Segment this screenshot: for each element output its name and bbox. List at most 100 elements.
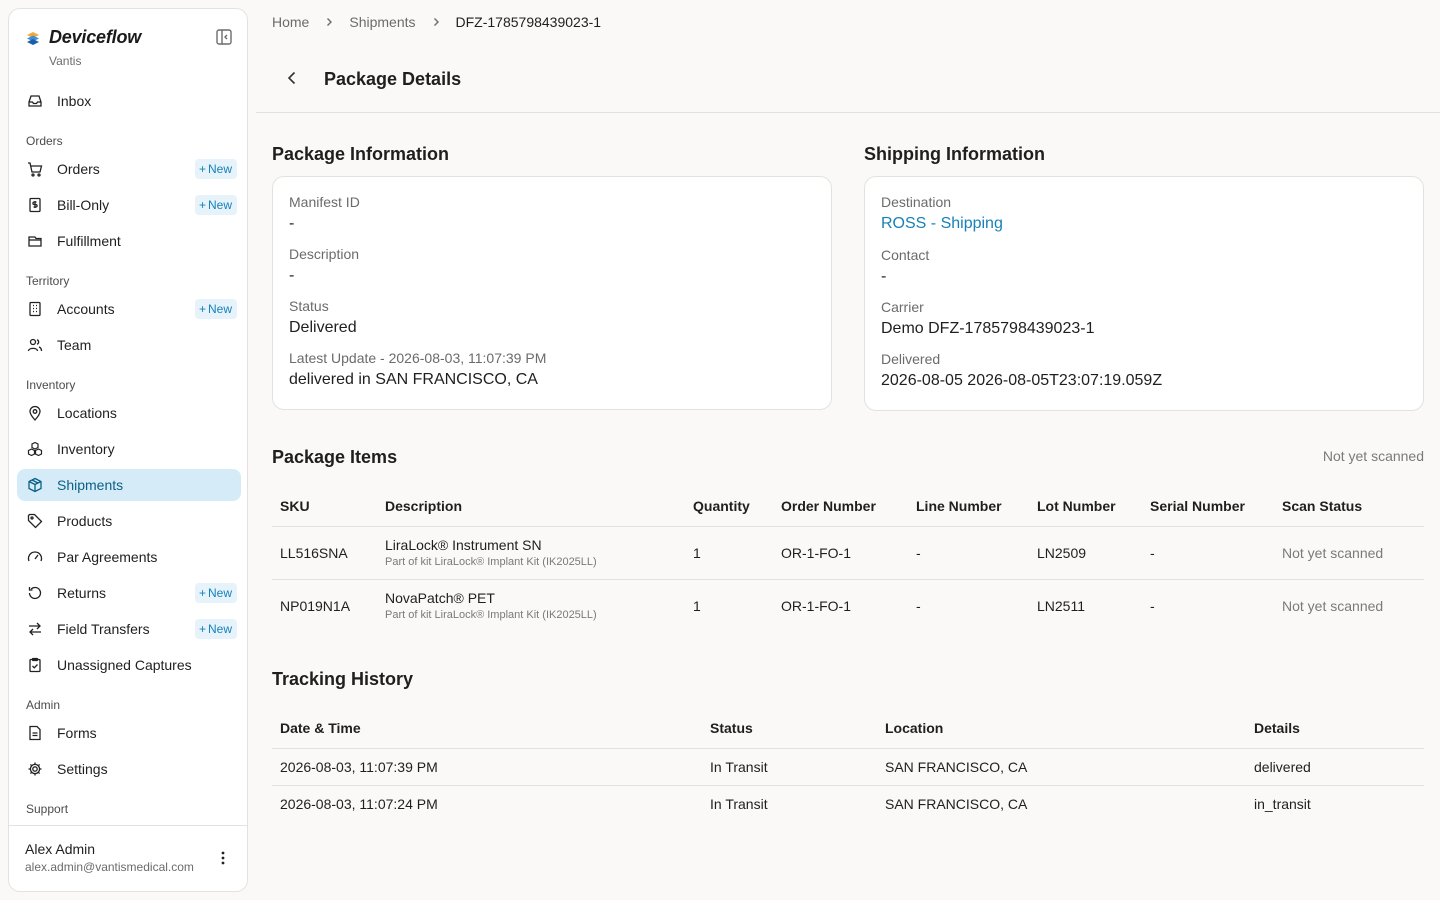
section-orders: Orders	[26, 134, 63, 148]
status-cell: In Transit	[710, 795, 768, 812]
sidebar-item-accounts[interactable]: Accounts + New	[17, 293, 241, 325]
shipping-info-card: Destination ROSS - Shipping Contact - Ca…	[864, 176, 1424, 411]
breadcrumb-shipments[interactable]: Shipments	[349, 14, 415, 30]
cart-icon	[27, 161, 43, 177]
table-row[interactable]: NP019N1A NovaPatch® PET Part of kit Lira…	[272, 579, 1424, 632]
tracking-history-table: Date & Time Status Location Details 2026…	[272, 708, 1424, 822]
plus-icon: +	[198, 302, 206, 316]
status-value: Delivered	[289, 319, 357, 336]
file-text-icon	[27, 725, 43, 741]
users-icon	[27, 337, 43, 353]
serial-number-cell: -	[1142, 526, 1274, 580]
sidebar-item-settings[interactable]: Settings	[17, 753, 241, 785]
chevron-right-icon	[430, 16, 442, 28]
fulfillment-icon	[27, 233, 43, 249]
package-items-table: SKU Description Quantity Order Number Li…	[272, 486, 1424, 632]
section-support: Support	[26, 802, 69, 816]
table-header-row: Date & Time Status Location Details	[272, 708, 1424, 749]
transfer-icon	[27, 621, 43, 637]
sidebar-item-bill-only[interactable]: Bill-Only + New	[17, 189, 241, 221]
sidebar-item-label: Settings	[57, 761, 108, 777]
item-name: NovaPatch® PET	[385, 590, 495, 607]
new-return-button[interactable]: + New	[194, 583, 237, 603]
sidebar-item-shipments[interactable]: Shipments	[17, 469, 241, 501]
user-name: Alex Admin	[25, 841, 96, 857]
new-order-button[interactable]: + New	[194, 159, 237, 179]
sku-cell: NP019N1A	[280, 597, 351, 614]
sidebar-collapse-icon[interactable]	[215, 28, 233, 46]
new-label: New	[207, 302, 232, 316]
brand-name: Deviceflow	[49, 27, 142, 47]
sidebar-item-label: Orders	[57, 161, 100, 177]
sidebar-item-returns[interactable]: Returns + New	[17, 577, 241, 609]
sidebar-item-inventory[interactable]: Inventory	[17, 433, 241, 465]
column-header: Scan Status	[1274, 486, 1424, 527]
new-bill-only-button[interactable]: + New	[194, 195, 237, 215]
details-cell: delivered	[1246, 748, 1424, 786]
column-header: Serial Number	[1142, 486, 1274, 527]
deviceflow-logo-icon	[25, 30, 41, 46]
org-name: Vantis	[49, 54, 82, 68]
item-name: LiraLock® Instrument SN	[385, 537, 542, 553]
sidebar-item-label: Team	[57, 337, 92, 353]
kit-note: Part of kit LiraLock® Implant Kit (IK202…	[385, 556, 597, 568]
table-row: 2026-08-03, 11:07:24 PM In Transit SAN F…	[272, 785, 1424, 822]
section-admin: Admin	[26, 698, 61, 712]
sidebar-item-par-agreements[interactable]: Par Agreements	[17, 541, 241, 573]
status-label: Status	[289, 298, 329, 314]
sidebar-item-label: Products	[57, 513, 113, 529]
sidebar-item-label: Accounts	[57, 301, 115, 317]
details-cell: in_transit	[1254, 795, 1311, 812]
more-vertical-icon[interactable]	[215, 850, 231, 866]
sidebar-item-label: Shipments	[57, 477, 124, 493]
datetime-cell: 2026-08-03, 11:07:39 PM	[272, 748, 702, 786]
package-icon	[27, 477, 43, 493]
sidebar-item-team[interactable]: Team	[17, 329, 241, 361]
sidebar-item-locations[interactable]: Locations	[17, 397, 241, 429]
sidebar-item-label: Fulfillment	[57, 233, 121, 249]
inbox-icon	[27, 93, 43, 109]
new-label: New	[207, 622, 232, 636]
breadcrumb: Home Shipments DFZ-1785798439023-1	[272, 14, 601, 30]
scan-status-cell: Not yet scanned	[1282, 597, 1384, 614]
plus-icon: +	[198, 586, 206, 600]
gear-icon	[27, 761, 43, 777]
table-row[interactable]: LL516SNA LiraLock® Instrument SN Part of…	[272, 526, 1424, 580]
location-cell: SAN FRANCISCO, CA	[877, 748, 1246, 786]
manifest-label: Manifest ID	[289, 194, 360, 210]
brand[interactable]: Deviceflow	[25, 27, 141, 48]
sidebar-item-label: Inbox	[57, 93, 92, 109]
manifest-value: -	[289, 215, 295, 232]
back-arrow-icon[interactable]	[284, 70, 300, 86]
new-field-transfer-button[interactable]: + New	[194, 619, 237, 639]
sidebar-item-unassigned-captures[interactable]: Unassigned Captures	[17, 649, 241, 681]
sidebar-item-fulfillment[interactable]: Fulfillment	[17, 225, 241, 257]
user-profile[interactable]: Alex Admin alex.admin@vantismedical.com	[9, 825, 247, 891]
table-row: 2026-08-03, 11:07:39 PM In Transit SAN F…	[272, 748, 1424, 786]
sku-cell: LL516SNA	[272, 526, 377, 580]
description-cell: NovaPatch® PET Part of kit LiraLock® Imp…	[377, 579, 685, 632]
package-info-title: Package Information	[272, 144, 450, 164]
section-territory: Territory	[26, 274, 70, 288]
sidebar-item-orders[interactable]: Orders + New	[17, 153, 241, 185]
line-number-cell: -	[916, 597, 921, 614]
column-header: Order Number	[773, 486, 908, 527]
plus-icon: +	[198, 198, 206, 212]
sidebar: Deviceflow Vantis Inbox Orders Orders + N…	[8, 8, 248, 892]
breadcrumb-home[interactable]: Home	[272, 14, 309, 30]
sidebar-nav: Inbox Orders Orders + New Bill-Only + New …	[17, 85, 241, 821]
chevron-right-icon	[323, 16, 335, 28]
description-label: Description	[289, 246, 360, 262]
column-header: Line Number	[908, 486, 1029, 527]
column-header: Quantity	[685, 486, 773, 527]
sidebar-item-label: Forms	[57, 725, 97, 741]
building-icon	[27, 301, 43, 317]
sidebar-item-products[interactable]: Products	[17, 505, 241, 537]
sidebar-item-inbox[interactable]: Inbox	[17, 85, 241, 117]
new-account-button[interactable]: + New	[194, 299, 237, 319]
sidebar-item-label: Par Agreements	[57, 549, 158, 565]
sidebar-item-field-transfers[interactable]: Field Transfers + New	[17, 613, 241, 645]
sidebar-item-forms[interactable]: Forms	[17, 717, 241, 749]
destination-link[interactable]: ROSS - Shipping	[881, 215, 1003, 233]
breadcrumb-current: DFZ-1785798439023-1	[455, 14, 602, 30]
